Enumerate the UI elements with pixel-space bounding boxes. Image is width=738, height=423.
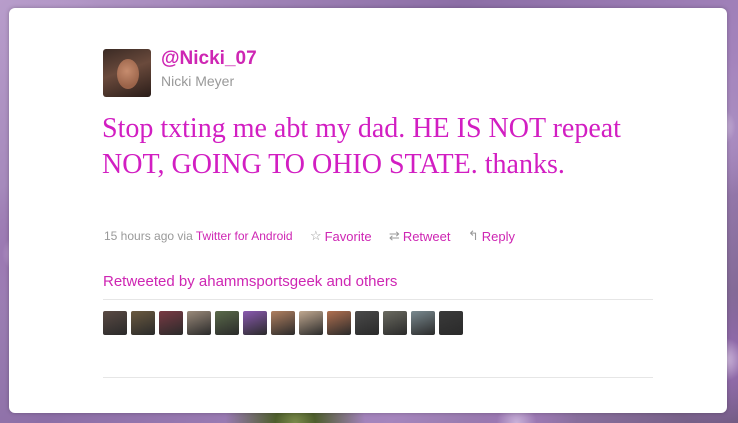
reply-label: Reply [481,228,516,244]
retweet-button[interactable]: ⇄ Retweet [389,228,451,244]
retweeter-faces [103,311,463,335]
user-fullname: Nicki Meyer [161,73,235,89]
user-avatar[interactable] [103,49,151,97]
tweet-meta: 15 hours ago via Twitter for Android ☆ F… [104,228,515,244]
tweet-timestamp[interactable]: 15 hours ago [104,229,174,243]
retweeter-avatar[interactable] [187,311,211,335]
retweeter-avatar[interactable] [327,311,351,335]
retweet-icon: ⇄ [388,228,400,243]
retweeter-avatar[interactable] [411,311,435,335]
retweet-label: Retweet [402,228,451,244]
retweeter-avatar[interactable] [159,311,183,335]
retweeter-avatar[interactable] [271,311,295,335]
star-icon: ☆ [309,228,322,243]
user-handle-link[interactable]: @Nicki_07 [161,48,257,70]
favorite-button[interactable]: ☆ Favorite [310,228,372,244]
retweeter-avatar[interactable] [215,311,239,335]
tweet-card: @Nicki_07 Nicki Meyer Stop txting me abt… [9,8,727,413]
divider-bottom [103,377,653,378]
retweeter-avatar[interactable] [103,311,127,335]
retweeter-avatar[interactable] [439,311,463,335]
favorite-label: Favorite [324,228,372,244]
retweeted-by-link[interactable]: Retweeted by ahammsportsgeek and others [103,273,397,290]
via-text: via [177,229,193,243]
retweeter-avatar[interactable] [243,311,267,335]
divider-top [103,299,653,300]
reply-icon: ↰ [467,228,479,243]
retweeter-avatar[interactable] [383,311,407,335]
reply-button[interactable]: ↰ Reply [468,228,515,244]
retweeter-avatar[interactable] [299,311,323,335]
tweet-text: Stop txting me abt my dad. HE IS NOT rep… [102,113,621,180]
avatar-face [117,59,139,89]
client-link[interactable]: Twitter for Android [196,229,293,243]
retweeter-avatar[interactable] [131,311,155,335]
retweeter-avatar[interactable] [355,311,379,335]
